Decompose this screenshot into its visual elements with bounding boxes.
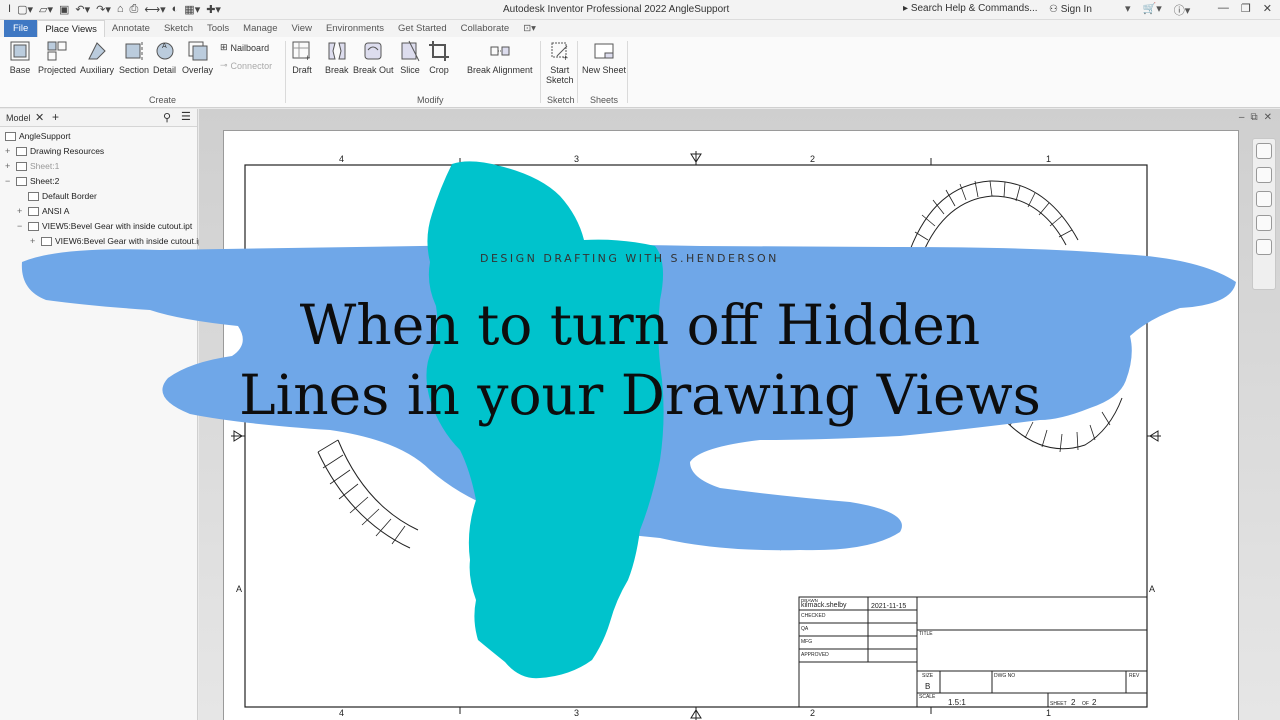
- headline-line-1: When to turn off Hidden: [299, 293, 981, 357]
- video-headline: When to turn off Hidden Lines in your Dr…: [210, 290, 1070, 430]
- inventor-window: I ▢▾ ▱▾ ▣ ↶▾ ↷▾ ⌂ ⎙ ⟷▾ ◐ ▦▾ ✚▾ Autodesk …: [0, 0, 1280, 720]
- headline-line-2: Lines in your Drawing Views: [239, 363, 1041, 427]
- channel-name: DESIGN DRAFTING WITH S.HENDERSON: [480, 252, 779, 265]
